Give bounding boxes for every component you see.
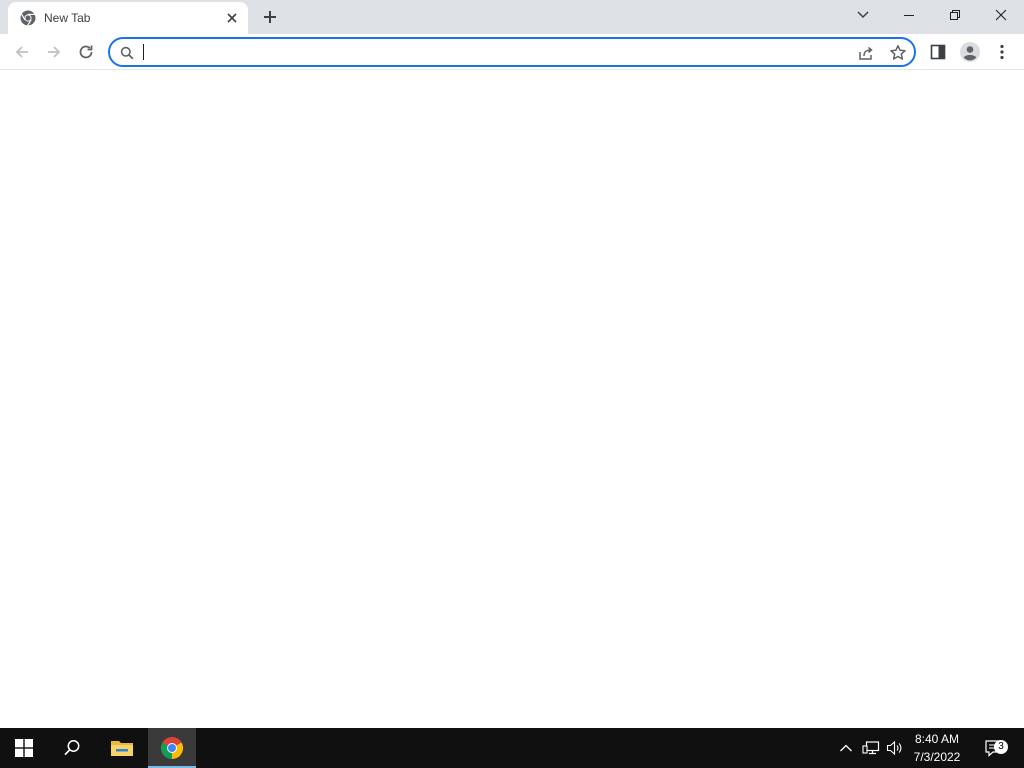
profile-avatar-icon [960,42,980,62]
folder-icon [111,741,133,756]
clock-time: 8:40 AM [914,732,960,746]
tab-new-tab[interactable]: New Tab [8,2,248,34]
chrome-taskbar-button[interactable] [148,728,196,768]
windows-taskbar: 8:40 AM 7/3/2022 3 [0,728,1024,768]
reload-icon [79,45,93,59]
windows-logo-icon [15,739,33,757]
close-window-button[interactable] [978,0,1024,30]
search-icon [120,46,134,60]
show-hidden-icons-button[interactable] [836,728,856,768]
taskbar-search-button[interactable] [48,728,96,768]
close-icon [995,9,1007,21]
tab-close-icon[interactable] [224,10,240,26]
tab-strip: New Tab [0,0,1024,34]
chevron-down-icon [857,11,869,19]
network-icon [862,741,880,755]
chrome-menu-button[interactable] [988,38,1016,66]
tab-search-button[interactable] [851,4,875,26]
side-panel-icon [930,44,946,60]
page-content[interactable] [0,70,1024,728]
browser-toolbar [0,34,1024,70]
bookmark-star-icon[interactable] [888,43,908,63]
address-input[interactable] [142,42,842,62]
action-center-button[interactable]: 3 [980,728,1008,768]
tab-title: New Tab [44,11,91,25]
search-icon [64,740,80,756]
back-arrow-icon [15,46,28,58]
forward-button[interactable] [40,38,68,66]
side-panel-button[interactable] [924,38,952,66]
chrome-icon [160,737,184,759]
new-tab-button[interactable] [258,5,282,29]
speaker-icon [886,740,902,756]
notification-count-badge: 3 [994,740,1008,754]
minimize-icon [904,15,914,16]
kebab-menu-icon [1000,44,1004,60]
reload-button[interactable] [72,38,100,66]
restore-icon [950,10,960,20]
network-button[interactable] [860,728,882,768]
back-button[interactable] [8,38,36,66]
start-button[interactable] [0,728,48,768]
profile-button[interactable] [956,38,984,66]
forward-arrow-icon [48,46,61,58]
chevron-up-icon [840,744,852,752]
address-bar[interactable] [108,37,916,67]
chrome-favicon-icon [20,10,36,26]
taskbar-clock[interactable]: 8:40 AM 7/3/2022 [906,730,968,766]
clock-date: 7/3/2022 [913,750,961,764]
text-caret [143,44,144,60]
file-explorer-button[interactable] [98,728,146,768]
volume-button[interactable] [884,728,906,768]
restore-button[interactable] [932,0,978,30]
plus-icon [264,11,276,23]
share-icon[interactable] [856,43,876,63]
minimize-button[interactable] [886,0,932,30]
